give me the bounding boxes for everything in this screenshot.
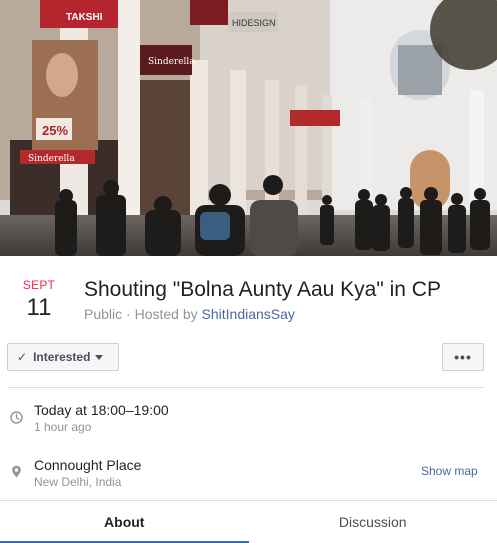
event-visibility: Public (84, 306, 123, 322)
event-cover-photo[interactable]: TAKSHI Sinderella Sinderella HIDESIGN 25… (0, 0, 497, 256)
more-options-button[interactable]: ••• (442, 343, 484, 371)
location-pin-icon (12, 465, 21, 478)
more-icon: ••• (454, 349, 472, 365)
host-link[interactable]: ShitIndiansSay (202, 306, 295, 322)
sign-takshi: TAKSHI (66, 12, 103, 23)
event-location[interactable]: Connought Place (34, 457, 141, 473)
chevron-down-icon (95, 355, 104, 360)
divider (8, 387, 484, 388)
tab-about[interactable]: About (0, 501, 249, 543)
event-time[interactable]: Today at 18:00–19:00 (34, 402, 169, 418)
event-location-city: New Delhi, India (34, 475, 122, 489)
event-month: SEPT (22, 278, 56, 292)
cover-illustration: TAKSHI Sinderella Sinderella HIDESIGN 25… (0, 0, 497, 256)
meta-separator: · (122, 306, 135, 322)
tab-discussion[interactable]: Discussion (249, 501, 497, 543)
event-meta: Public · Hosted by ShitIndiansSay (84, 306, 295, 322)
check-icon: ✓ (17, 350, 28, 364)
sign-discount: 25% (42, 123, 68, 138)
event-date-block: SEPT 11 (16, 278, 62, 322)
interested-button[interactable]: ✓ Interested (7, 343, 119, 371)
event-title: Shouting "Bolna Aunty Aau Kya" in CP (84, 278, 441, 301)
show-map-link[interactable]: Show map (421, 464, 478, 478)
sign-sinderella: Sinderella (148, 57, 195, 67)
event-day: 11 (26, 294, 52, 321)
event-tabs: About Discussion (0, 500, 497, 543)
hosted-by-prefix: Hosted by (134, 306, 202, 322)
event-time-relative: 1 hour ago (34, 420, 92, 434)
clock-icon (10, 411, 23, 424)
sign-hidesign: HIDESIGN (232, 18, 276, 28)
sign-sinderella-lower: Sinderella (28, 154, 75, 164)
interested-label: Interested (33, 350, 91, 364)
